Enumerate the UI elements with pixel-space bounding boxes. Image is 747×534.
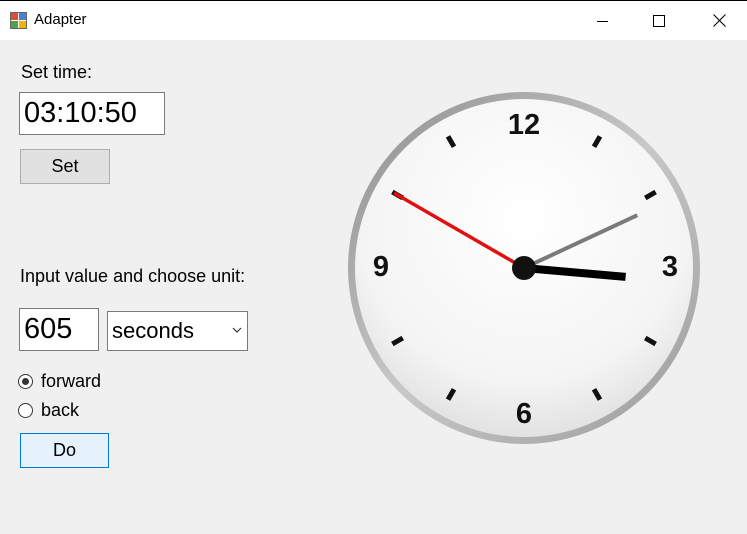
analog-clock: 12 3 6 9 <box>348 92 700 444</box>
minimize-button[interactable] <box>580 1 626 40</box>
radio-forward-circle[interactable] <box>18 373 33 389</box>
clock-number-3: 3 <box>662 251 678 283</box>
window-title: Adapter <box>34 11 87 28</box>
do-button[interactable]: Do <box>20 433 109 468</box>
adapter-window: Adapter Set time: Set Input value and ch… <box>0 0 747 534</box>
radio-back-label: back <box>41 399 80 420</box>
radio-forward[interactable]: forward <box>18 370 101 392</box>
time-input[interactable] <box>19 92 165 135</box>
unit-select[interactable]: seconds <box>107 311 248 351</box>
chevron-down-icon <box>232 327 242 333</box>
radio-back[interactable]: back <box>18 399 79 421</box>
maximize-icon <box>653 14 665 27</box>
set-button[interactable]: Set <box>20 149 110 184</box>
clock-number-6: 6 <box>516 398 532 430</box>
radio-forward-label: forward <box>41 370 102 391</box>
value-input[interactable] <box>19 308 99 351</box>
clock-center <box>512 256 536 280</box>
app-icon <box>10 12 27 29</box>
maximize-button[interactable] <box>636 1 682 40</box>
unit-selected-value: seconds <box>112 318 194 343</box>
close-button[interactable] <box>696 1 742 40</box>
adjust-label: Input value and choose unit: <box>20 266 246 286</box>
set-time-label: Set time: <box>21 62 93 82</box>
radio-back-circle[interactable] <box>18 402 33 418</box>
clock-number-12: 12 <box>508 109 540 141</box>
minimize-icon <box>597 20 608 22</box>
close-icon <box>712 14 726 27</box>
clock-number-9: 9 <box>373 251 389 283</box>
title-bar: Adapter <box>0 0 747 40</box>
